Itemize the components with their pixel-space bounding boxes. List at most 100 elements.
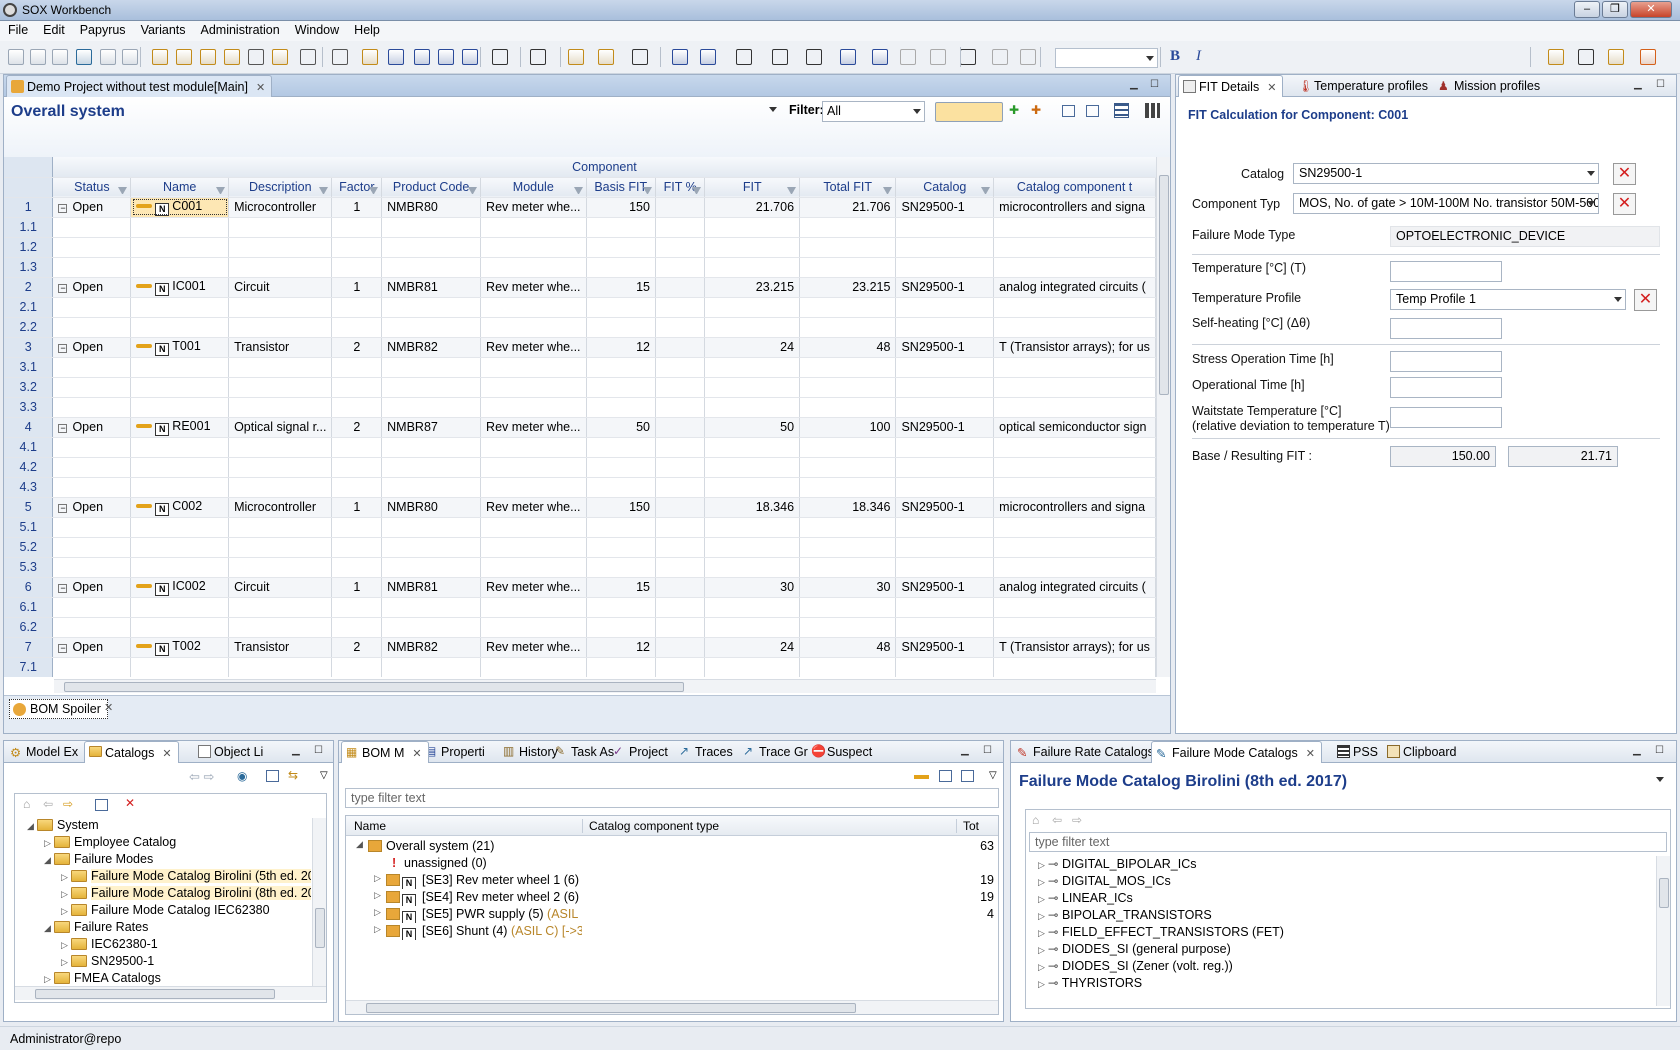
col-total[interactable]: Tot bbox=[956, 819, 979, 833]
cell-module[interactable] bbox=[480, 517, 587, 538]
cell-total[interactable] bbox=[799, 517, 897, 538]
back-icon[interactable]: ⇦ ⇨ bbox=[189, 769, 214, 785]
col-fit-percent[interactable]: FIT % bbox=[655, 177, 706, 198]
maximize-icon[interactable]: ☐ bbox=[983, 745, 992, 756]
tree-item[interactable]: ◢ Failure Modes bbox=[44, 852, 153, 869]
cell-desc[interactable] bbox=[228, 537, 333, 558]
cell-name[interactable] bbox=[130, 537, 230, 558]
toolbar-icon[interactable] bbox=[736, 49, 752, 65]
cell-fitp[interactable] bbox=[655, 217, 706, 238]
row-number[interactable]: 1 bbox=[4, 197, 54, 218]
cell-code[interactable] bbox=[381, 597, 482, 618]
sync-icon[interactable]: ◉ bbox=[237, 769, 247, 783]
row-number[interactable]: 3.3 bbox=[4, 397, 54, 418]
filter-select[interactable]: All bbox=[822, 101, 925, 122]
cell-module[interactable] bbox=[480, 257, 587, 278]
cell-factor[interactable]: 2 bbox=[331, 637, 383, 658]
columns-icon[interactable] bbox=[1114, 103, 1129, 118]
cell-total[interactable]: 18.346 bbox=[799, 497, 897, 518]
toolbar-icon[interactable] bbox=[1578, 49, 1594, 65]
toolbar-icon[interactable] bbox=[272, 49, 288, 65]
cell-code[interactable] bbox=[381, 457, 482, 478]
cell-total[interactable] bbox=[799, 217, 897, 238]
cell-factor[interactable] bbox=[331, 237, 383, 258]
tab-demo-project[interactable]: Demo Project without test module[Main] ✕ bbox=[6, 75, 273, 97]
cell-total[interactable] bbox=[799, 317, 897, 338]
toolbar-icon[interactable] bbox=[1548, 49, 1564, 65]
collapse-row-icon[interactable]: − bbox=[58, 424, 68, 433]
cell-cct[interactable] bbox=[993, 597, 1156, 618]
maximize-icon[interactable]: ☐ bbox=[1150, 79, 1159, 90]
cell-code[interactable] bbox=[381, 437, 482, 458]
collapsed-icon[interactable]: ▷ bbox=[1038, 877, 1048, 888]
cell-fit[interactable] bbox=[704, 657, 801, 677]
toolbar-icon[interactable] bbox=[388, 49, 404, 65]
cell-cct[interactable]: microcontrollers and signa bbox=[993, 497, 1156, 518]
cell-basis[interactable] bbox=[586, 237, 656, 258]
maximize-icon[interactable]: ☐ bbox=[1656, 79, 1665, 90]
cell-module[interactable] bbox=[480, 477, 587, 498]
table-row[interactable]: 5.2 bbox=[4, 537, 1156, 558]
tab-mission-profiles[interactable]: ♟ Mission profiles bbox=[1434, 75, 1546, 97]
filter-icon[interactable] bbox=[468, 186, 478, 195]
collapsed-icon[interactable]: ▷ bbox=[44, 838, 54, 849]
row-number[interactable]: 3 bbox=[4, 337, 54, 358]
cell-basis[interactable] bbox=[586, 377, 656, 398]
row-number[interactable]: 4 bbox=[4, 417, 54, 438]
view-mode-toggle[interactable] bbox=[935, 102, 1003, 122]
cell-total[interactable] bbox=[799, 237, 897, 258]
cell-name[interactable] bbox=[130, 257, 230, 278]
cell-code[interactable] bbox=[381, 377, 482, 398]
cell-name[interactable] bbox=[130, 397, 230, 418]
minimize-icon[interactable]: ▁ bbox=[292, 745, 300, 756]
cell-name[interactable] bbox=[130, 377, 230, 398]
cell-cct[interactable]: analog integrated circuits ( bbox=[993, 277, 1156, 298]
cell-code[interactable] bbox=[381, 217, 482, 238]
cell-catalog[interactable] bbox=[895, 237, 995, 258]
tab-trace-gr[interactable]: ↗ Trace Gr bbox=[739, 741, 814, 763]
tree-item[interactable]: ▷ Employee Catalog bbox=[44, 835, 176, 852]
cell-desc[interactable]: Transistor bbox=[228, 637, 333, 658]
link-icon[interactable]: ⇆ bbox=[288, 768, 298, 782]
toolbar-icon[interactable] bbox=[200, 49, 216, 65]
toolbar-icon[interactable] bbox=[332, 49, 348, 65]
row-number[interactable]: 6.1 bbox=[4, 597, 54, 618]
cell-code[interactable]: NMBR81 bbox=[381, 577, 482, 598]
cell-catalog[interactable] bbox=[895, 257, 995, 278]
cell-code[interactable] bbox=[381, 317, 482, 338]
fmc-vertical-scrollbar[interactable] bbox=[1656, 856, 1670, 1006]
cell-factor[interactable] bbox=[331, 397, 383, 418]
cell-status[interactable] bbox=[52, 217, 132, 238]
close-window-button[interactable]: ✕ bbox=[1630, 1, 1672, 18]
row-number[interactable]: 5.1 bbox=[4, 517, 54, 538]
cell-desc[interactable] bbox=[228, 297, 333, 318]
cell-fit[interactable]: 50 bbox=[704, 417, 801, 438]
cell-name[interactable] bbox=[130, 437, 230, 458]
cell-cct[interactable] bbox=[993, 617, 1156, 638]
collapsed-icon[interactable]: ▷ bbox=[374, 890, 381, 901]
tab-fit-details[interactable]: FIT Details ✕ bbox=[1178, 75, 1284, 97]
cell-code[interactable] bbox=[381, 537, 482, 558]
operational-time-input[interactable] bbox=[1390, 377, 1502, 398]
tree-item[interactable]: ▷ ⊸ DIGITAL_MOS_ICs bbox=[1038, 873, 1171, 890]
cell-catalog[interactable] bbox=[895, 597, 995, 618]
tab-history[interactable]: ▥ History bbox=[499, 741, 564, 763]
cell-fitp[interactable] bbox=[655, 497, 706, 518]
back-icon[interactable]: ⇦ bbox=[43, 797, 53, 811]
cell-desc[interactable] bbox=[228, 617, 333, 638]
cell-fitp[interactable] bbox=[655, 337, 706, 358]
stress-operation-time-input[interactable] bbox=[1390, 351, 1502, 372]
tree-item[interactable]: ▷ SN29500-1 bbox=[61, 954, 154, 971]
tree-item[interactable]: ▷ Failure Mode Catalog Birolini (5th ed. … bbox=[61, 869, 311, 886]
table-row[interactable]: 5− Open N C002 Microcontroller 1 NMBR80 Rev met… bbox=[4, 497, 1156, 518]
toolbar-icon[interactable] bbox=[122, 49, 138, 65]
maximize-icon[interactable]: ☐ bbox=[314, 745, 323, 756]
cell-fitp[interactable] bbox=[655, 357, 706, 378]
cell-name[interactable] bbox=[130, 297, 230, 318]
table-row[interactable]: 4.3 bbox=[4, 477, 1156, 498]
collapsed-icon[interactable]: ▷ bbox=[1038, 945, 1048, 956]
cell-module[interactable]: Rev meter whe... bbox=[480, 197, 587, 218]
cell-basis[interactable] bbox=[586, 617, 656, 638]
table-row[interactable]: 7.1 bbox=[4, 657, 1156, 677]
table-row[interactable]: 5.1 bbox=[4, 517, 1156, 538]
